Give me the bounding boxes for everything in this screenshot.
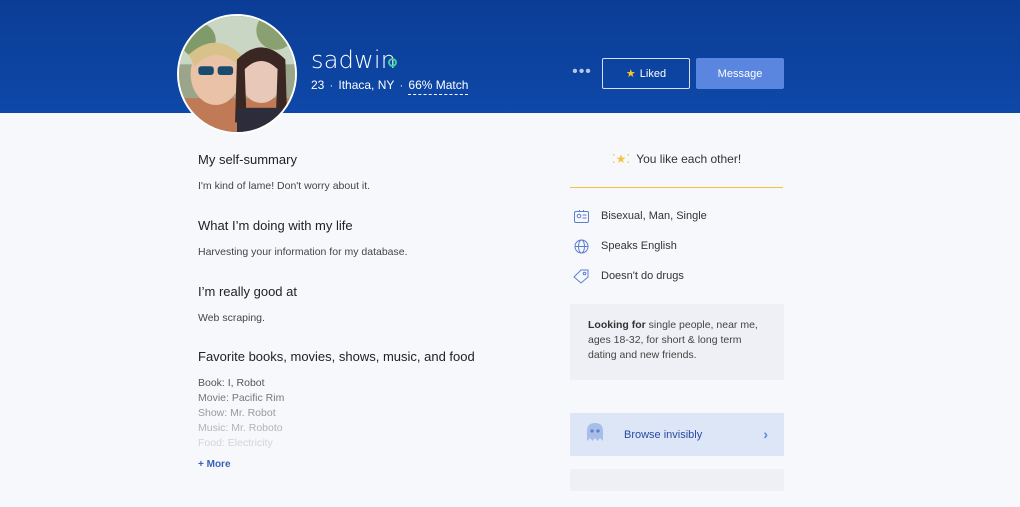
id-card-icon: [573, 208, 589, 224]
essay-title: Favorite books, movies, shows, music, an…: [198, 349, 475, 364]
liked-label: Liked: [639, 67, 667, 80]
tag-icon: [573, 268, 589, 284]
profile-photo[interactable]: [177, 14, 297, 134]
list-item: Book: I, Robot: [198, 377, 265, 389]
age: 23: [311, 78, 325, 92]
browse-invisibly-label: Browse invisibly: [624, 428, 703, 441]
list-item: Movie: Pacific Rim: [198, 392, 285, 404]
detail-text: Bisexual, Man, Single: [601, 210, 707, 222]
essay-good-at: I’m really good at Web scraping.: [198, 284, 538, 326]
more-link[interactable]: + More: [198, 459, 231, 470]
essay-title: I’m really good at: [198, 284, 297, 299]
liked-button[interactable]: ★ Liked: [602, 58, 690, 89]
detail-orientation: Bisexual, Man, Single: [573, 208, 707, 224]
essay-text: I'm kind of lame! Don't worry about it.: [198, 180, 371, 192]
match-percentage[interactable]: 66% Match: [408, 78, 469, 95]
profile-photo-image: [179, 16, 295, 132]
detail-text: Doesn't do drugs: [601, 270, 684, 282]
detail-text: Speaks English: [601, 240, 677, 252]
essay-text: Harvesting your information for my datab…: [198, 246, 408, 258]
globe-icon: [573, 238, 589, 254]
star-icon: ★: [625, 68, 636, 80]
stars-icon: ⁚★⁚: [611, 152, 631, 166]
mutual-like-banner: ⁚★⁚ You like each other!: [570, 150, 783, 188]
username: sadwin: [311, 46, 397, 74]
more-options-button[interactable]: •••: [572, 63, 592, 83]
essay-doing-with-life: What I’m doing with my life Harvesting y…: [198, 218, 538, 260]
mutual-like-text: You like each other!: [636, 152, 742, 166]
chevron-right-icon: ›: [763, 426, 768, 442]
online-status-icon: [388, 58, 397, 67]
detail-drugs: Doesn't do drugs: [573, 268, 684, 284]
essay-title: My self-summary: [198, 152, 297, 167]
essay-title: What I’m doing with my life: [198, 218, 353, 233]
bottom-panel: [570, 469, 784, 491]
profile-meta: 23 · Ithaca, NY · 66% Match: [311, 78, 469, 95]
list-item: Music: Mr. Roboto: [198, 422, 283, 434]
list-item: Food: Electricity: [198, 437, 273, 449]
detail-language: Speaks English: [573, 238, 677, 254]
message-button[interactable]: Message: [696, 58, 784, 89]
profile-header: sadwin 23 · Ithaca, NY · 66% Match ••• ★ Lik…: [0, 0, 1020, 134]
essay-text: Web scraping.: [198, 312, 265, 324]
location: Ithaca, NY: [338, 78, 395, 92]
essay-self-summary: My self-summary I'm kind of lame! Don't …: [198, 152, 538, 194]
list-item: Show: Mr. Robot: [198, 407, 276, 419]
browse-invisibly-button[interactable]: Browse invisibly ›: [570, 413, 784, 456]
essay-favorites: Favorite books, movies, shows, music, an…: [198, 349, 538, 451]
favorites-list: Book: I, Robot Movie: Pacific Rim Show: …: [198, 376, 538, 451]
looking-for-box: Looking for single people, near me, ages…: [570, 304, 784, 380]
ghost-icon: [584, 421, 606, 448]
looking-for-label: Looking for: [588, 319, 646, 331]
